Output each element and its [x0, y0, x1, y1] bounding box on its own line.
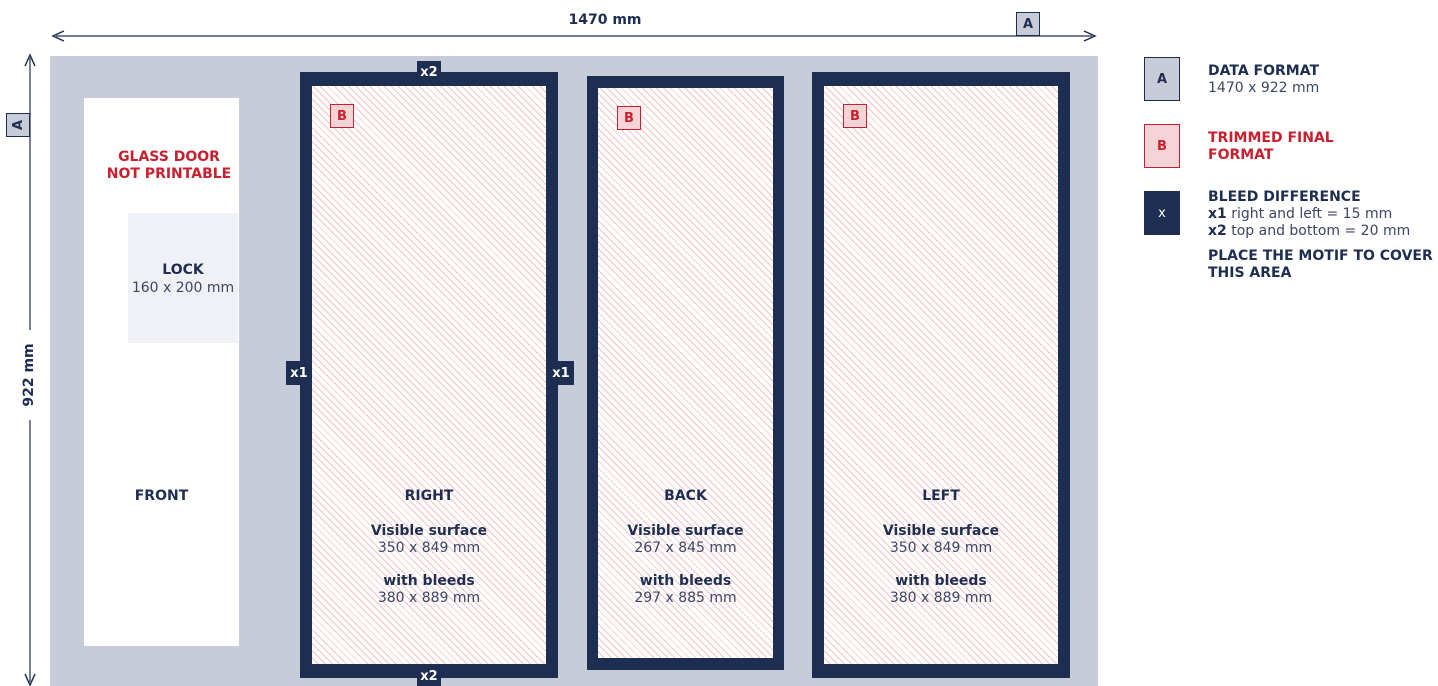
- data-format-marker-left: A: [6, 113, 30, 137]
- right-door-bleeds-size: 380 x 889 mm: [377, 590, 481, 606]
- bleed-marker-x2-bottom: x2: [417, 666, 441, 686]
- bleed-marker-x1-left: x1: [286, 361, 312, 385]
- legend-bleed-x1-row: x1 right and left = 15 mm: [1208, 206, 1433, 223]
- legend-bleed-x1-text: right and left = 15 mm: [1231, 206, 1393, 222]
- lock-size: 160 x 200 mm: [131, 280, 235, 296]
- glass-door-line1: GLASS DOOR: [118, 149, 220, 165]
- legend-bleed-x2-key: x2: [1208, 223, 1227, 239]
- legend-bleed: BLEED DIFFERENCE x1 right and left = 15 …: [1208, 189, 1433, 282]
- left-door-visible-size: 350 x 849 mm: [889, 540, 993, 556]
- left-door-info: LEFT Visible surface 350 x 849 mm with b…: [824, 488, 1058, 607]
- legend-place-motif-line1: PLACE THE MOTIF TO COVER: [1208, 248, 1433, 264]
- right-door-visible-label: Visible surface: [370, 523, 488, 539]
- left-door-visible-label: Visible surface: [882, 523, 1000, 539]
- bleed-marker-x1-right: x1: [548, 361, 574, 385]
- back-door-bleeds-size: 297 x 885 mm: [634, 590, 737, 606]
- height-dimension-label: 922 mm: [20, 330, 38, 420]
- legend-trimmed-title-line1: TRIMMED FINAL: [1208, 130, 1334, 146]
- width-dimension-label: 1470 mm: [560, 12, 650, 28]
- legend-data-format: DATA FORMAT 1470 x 922 mm: [1208, 63, 1319, 97]
- left-door-title: LEFT: [922, 488, 960, 504]
- right-door-visible-size: 350 x 849 mm: [377, 540, 481, 556]
- right-door-bleeds-label: with bleeds: [383, 573, 475, 589]
- front-label: FRONT: [134, 488, 189, 504]
- data-format-marker-top: A: [1016, 12, 1040, 36]
- back-door-info: BACK Visible surface 267 x 845 mm with b…: [598, 488, 773, 607]
- lock-label: LOCK 160 x 200 mm: [128, 261, 238, 297]
- lock-title: LOCK: [162, 262, 204, 278]
- left-door-bleeds-size: 380 x 889 mm: [889, 590, 993, 606]
- legend-data-format-title: DATA FORMAT: [1208, 63, 1320, 79]
- right-door-title: RIGHT: [404, 488, 454, 504]
- legend-trimmed-swatch: B: [1144, 124, 1180, 168]
- left-door-visible-surface: B LEFT Visible surface 350 x 849 mm with…: [824, 86, 1058, 664]
- back-door-visible-surface: B BACK Visible surface 267 x 845 mm with…: [598, 88, 773, 658]
- legend-bleed-x2-row: x2 top and bottom = 20 mm: [1208, 223, 1433, 240]
- glass-door-line2: NOT PRINTABLE: [106, 166, 232, 182]
- back-door-bleeds-label: with bleeds: [639, 573, 732, 589]
- back-door-visible-size: 267 x 845 mm: [634, 540, 737, 556]
- legend-place-motif-line2: THIS AREA: [1208, 265, 1292, 281]
- legend-trimmed: TRIMMED FINAL FORMAT: [1208, 130, 1334, 164]
- legend-bleed-x1-key: x1: [1208, 206, 1227, 222]
- back-door-trim-badge: B: [617, 106, 641, 130]
- legend-trimmed-title-line2: FORMAT: [1208, 147, 1274, 163]
- back-door-visible-label: Visible surface: [627, 523, 744, 539]
- legend-data-format-value: 1470 x 922 mm: [1208, 80, 1320, 96]
- right-door-trim-badge: B: [330, 104, 354, 128]
- left-door-trim-badge: B: [843, 104, 867, 128]
- legend-bleed-x2-text: top and bottom = 20 mm: [1231, 223, 1411, 239]
- right-door-visible-surface: B RIGHT Visible surface 350 x 849 mm wit…: [312, 86, 546, 664]
- left-door-bleeds-label: with bleeds: [895, 573, 987, 589]
- legend-data-format-swatch: A: [1144, 57, 1180, 101]
- back-door-title: BACK: [664, 488, 707, 504]
- right-door-info: RIGHT Visible surface 350 x 849 mm with …: [312, 488, 546, 607]
- legend-bleed-swatch: x: [1144, 191, 1180, 235]
- glass-door-label: GLASS DOOR NOT PRINTABLE: [84, 149, 254, 183]
- legend-bleed-title: BLEED DIFFERENCE: [1208, 189, 1361, 205]
- bleed-marker-x2-top: x2: [417, 61, 441, 83]
